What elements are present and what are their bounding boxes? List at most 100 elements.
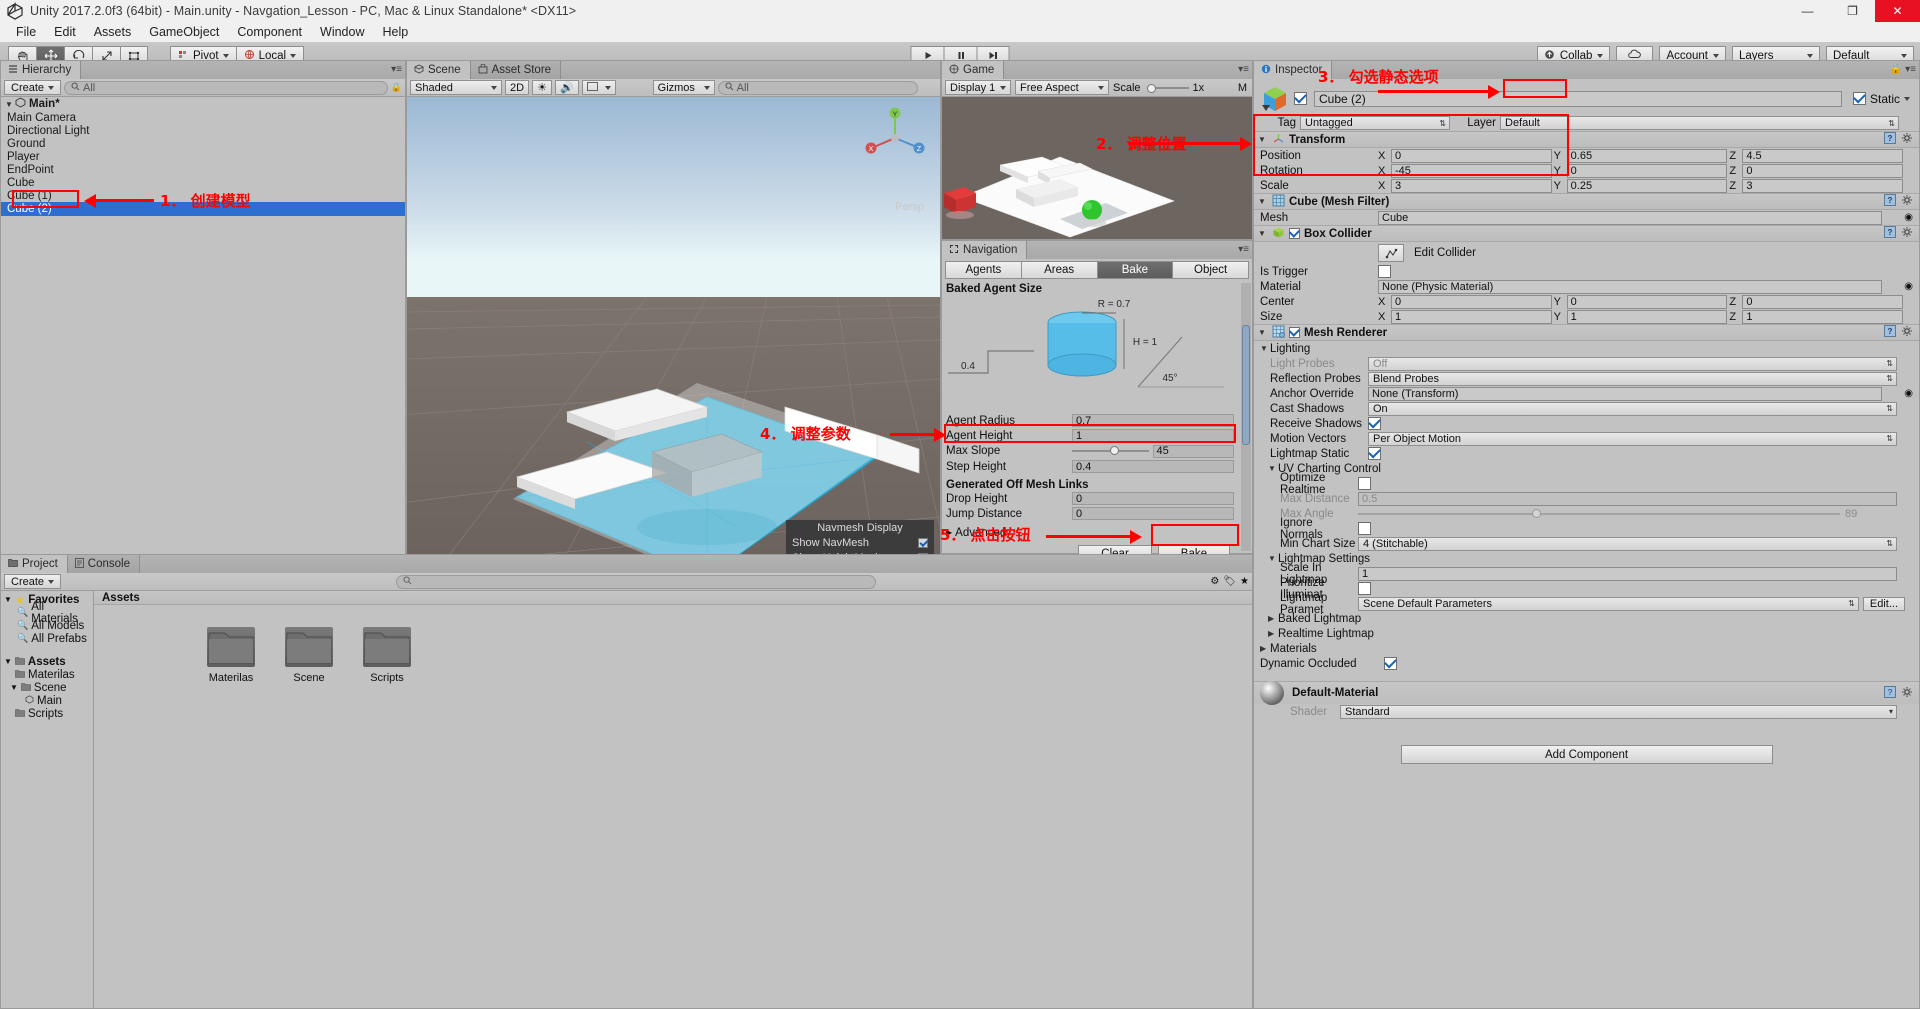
position-z-input[interactable]: 4.5	[1742, 148, 1904, 163]
filter-by-label-icon[interactable]: 🏷	[1223, 576, 1236, 587]
transform-rotation-row[interactable]: Rotation X -45 Y0 Z0	[1254, 163, 1919, 178]
favorite-star-icon[interactable]: ★	[1240, 576, 1249, 587]
navigation-options-icon[interactable]: ▾≡	[1238, 244, 1249, 255]
tree-item-assets[interactable]: ▼ Assets	[1, 655, 93, 668]
rotation-z-input[interactable]: 0	[1742, 163, 1904, 178]
navigation-scrollbar[interactable]	[1241, 283, 1251, 551]
collider-center-row[interactable]: Center X0 Y0 Z0	[1254, 294, 1919, 309]
tree-item-scene[interactable]: ▼ Scene	[1, 681, 93, 694]
max-slope-row[interactable]: Max Slope 45	[942, 443, 1252, 459]
light-probes-dropdown[interactable]: Off ⇅	[1368, 356, 1897, 371]
scale-y-input[interactable]: 0.25	[1566, 178, 1728, 193]
jump-distance-row[interactable]: Jump Distance 0	[942, 506, 1252, 521]
hierarchy-lock-icon[interactable]: 🔒	[391, 82, 402, 93]
drop-height-row[interactable]: Drop Height 0	[942, 491, 1252, 506]
realtime-lightmap-foldout[interactable]: ▶ Realtime Lightmap	[1254, 626, 1919, 641]
transform-position-row[interactable]: Position X0 Y 0.65 Z 4.5	[1254, 148, 1919, 163]
optimize-realtime-row[interactable]: Optimize Realtime	[1254, 472, 1919, 496]
motion-vectors-row[interactable]: Motion Vectors Per Object Motion ⇅	[1254, 431, 1919, 446]
agent-radius-row[interactable]: Agent Radius 0.7	[942, 413, 1252, 428]
help-icon[interactable]: ?	[1884, 132, 1896, 147]
maximize-on-play-label[interactable]: M	[1238, 82, 1247, 94]
asset-item-scene[interactable]: Scene	[278, 627, 340, 684]
mesh-row[interactable]: Mesh Cube ◉	[1254, 210, 1919, 225]
menu-item-window[interactable]: Window	[311, 22, 373, 42]
close-button[interactable]: ✕	[1875, 0, 1920, 22]
rotation-x-input[interactable]: -45	[1391, 163, 1552, 178]
scale-slider[interactable]	[1145, 83, 1189, 93]
menu-item-file[interactable]: File	[7, 22, 45, 42]
hierarchy-options-icon[interactable]: ▾≡	[391, 64, 402, 75]
chevron-down-icon[interactable]: ▼	[4, 657, 12, 666]
tree-item-main[interactable]: Main	[1, 694, 93, 707]
effects-dropdown[interactable]	[581, 80, 616, 95]
chevron-right-icon[interactable]: ▶	[1268, 629, 1278, 638]
object-picker-icon[interactable]: ◉	[1904, 388, 1913, 399]
max-slope-slider[interactable]	[1072, 445, 1149, 457]
cast-shadows-dropdown[interactable]: On ⇅	[1368, 401, 1897, 416]
optimize-realtime-checkbox[interactable]	[1358, 477, 1371, 490]
lighting-toggle-button[interactable]: ☀	[532, 80, 552, 95]
materials-foldout[interactable]: ▶ Materials	[1254, 641, 1919, 656]
2d-toggle-button[interactable]: 2D	[505, 80, 530, 95]
tab-console[interactable]: Console	[67, 555, 140, 573]
navmesh-display-row[interactable]: Show NavMesh	[786, 535, 934, 550]
lightmap-static-row[interactable]: Lightmap Static	[1254, 446, 1919, 461]
gear-icon[interactable]	[1901, 194, 1913, 209]
light-probes-row[interactable]: Light Probes Off ⇅	[1254, 356, 1919, 371]
size-z-input[interactable]: 1	[1742, 309, 1904, 324]
favorite-all-prefabs[interactable]: 🔍 All Prefabs	[1, 632, 93, 645]
collider-size-row[interactable]: Size X1 Y1 Z1	[1254, 309, 1919, 324]
asset-item-scripts[interactable]: Scripts	[356, 627, 418, 684]
chevron-down-icon[interactable]: ▼	[1258, 229, 1268, 238]
list-item[interactable]: Main Camera	[1, 111, 405, 124]
tab-navigation[interactable]: Navigation	[942, 241, 1028, 259]
tree-item-scripts[interactable]: Scripts	[1, 707, 93, 720]
project-create-button[interactable]: Create	[4, 574, 62, 589]
lightmap-parameters-dropdown[interactable]: Scene Default Parameters ⇅	[1358, 596, 1859, 611]
menu-item-help[interactable]: Help	[373, 22, 417, 42]
center-y-input[interactable]: 0	[1566, 294, 1728, 309]
reflection-probes-row[interactable]: Reflection Probes Blend Probes ⇅	[1254, 371, 1919, 386]
agent-height-row[interactable]: Agent Height 1	[942, 428, 1252, 443]
chevron-right-icon[interactable]: ▶	[1260, 644, 1270, 653]
component-header-mesh-filter[interactable]: ▼ Cube (Mesh Filter) ?	[1254, 193, 1919, 210]
mesh-renderer-enabled-checkbox[interactable]	[1289, 327, 1300, 338]
layer-dropdown[interactable]: Default ⇅	[1500, 116, 1899, 130]
chevron-down-icon[interactable]: ▼	[4, 595, 12, 604]
ignore-normals-checkbox[interactable]	[1358, 522, 1371, 535]
chevron-down-icon[interactable]: ▼	[1258, 135, 1268, 144]
navigation-scrollbar-thumb[interactable]	[1242, 325, 1250, 445]
shading-mode-dropdown[interactable]: Shaded	[410, 80, 502, 95]
scene-search-input[interactable]: All	[717, 80, 918, 95]
tab-scene[interactable]: Scene	[407, 61, 471, 79]
hierarchy-search-input[interactable]: All	[64, 80, 388, 95]
mesh-object-field[interactable]: Cube	[1378, 210, 1883, 225]
gear-icon[interactable]	[1901, 686, 1913, 701]
ignore-normals-row[interactable]: Ignore Normals	[1254, 517, 1919, 541]
tab-game[interactable]: Game	[942, 61, 1005, 79]
asset-item-materilas[interactable]: Materilas	[200, 627, 262, 684]
step-height-input[interactable]: 0.4	[1072, 460, 1234, 473]
lightmap-parameters-edit-button[interactable]: Edit...	[1862, 596, 1905, 611]
tab-hierarchy[interactable]: Hierarchy	[1, 61, 82, 79]
tab-areas[interactable]: Areas	[1020, 261, 1097, 279]
chevron-down-icon[interactable]	[1904, 96, 1910, 101]
chevron-down-icon[interactable]: ▼	[1258, 197, 1268, 206]
menu-item-component[interactable]: Component	[228, 22, 311, 42]
scale-x-input[interactable]: 3	[1391, 178, 1552, 193]
tab-object[interactable]: Object	[1172, 261, 1249, 279]
rotation-y-input[interactable]: 0	[1566, 163, 1728, 178]
scene-viewport[interactable]: Y X Z Persp Navmesh Display Show NavMesh	[407, 97, 940, 571]
scale-z-input[interactable]: 3	[1742, 178, 1904, 193]
component-header-box-collider[interactable]: ▼ Box Collider ?	[1254, 225, 1919, 242]
help-icon[interactable]: ?	[1884, 194, 1896, 209]
tab-agents[interactable]: Agents	[945, 261, 1021, 279]
anchor-override-field[interactable]: None (Transform)	[1368, 386, 1883, 401]
is-trigger-row[interactable]: Is Trigger	[1254, 264, 1919, 279]
tree-item-materilas[interactable]: Materilas	[1, 668, 93, 681]
physic-material-field[interactable]: None (Physic Material)	[1378, 279, 1883, 294]
object-enabled-checkbox[interactable]	[1294, 92, 1307, 105]
menu-item-gameobject[interactable]: GameObject	[140, 22, 228, 42]
gizmos-dropdown[interactable]: Gizmos	[652, 80, 715, 95]
